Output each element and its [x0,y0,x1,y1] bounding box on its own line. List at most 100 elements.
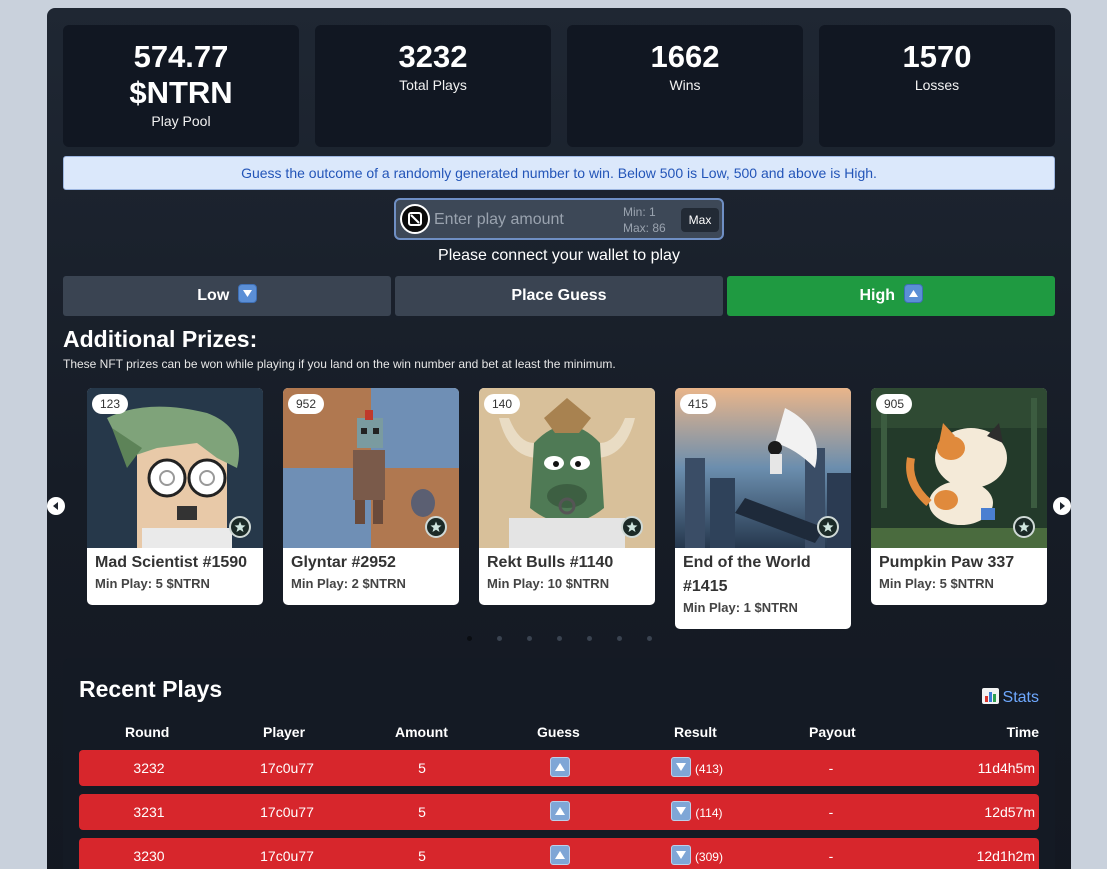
prize-min-play: Min Play: 5 $NTRN [879,576,994,591]
main-panel: 574.77 $NTRN Play Pool 3232 Total Plays … [47,8,1071,869]
nft-image-rekt-bulls: 140 [479,388,655,548]
header-amount: Amount [395,724,448,740]
header-guess: Guess [537,724,580,740]
cell-payout: - [828,804,834,820]
nft-image-end-of-the-world: 415 [675,388,851,548]
losses-label: Losses [914,77,960,93]
place-guess-button[interactable]: Place Guess [395,276,723,316]
min-label: Min: 1 [623,205,656,219]
down-arrow-icon [237,284,257,303]
connect-wallet-text: Please connect your wallet to play [438,247,680,264]
total-plays-value: 3232 [398,39,468,74]
header-time: Time [1006,724,1039,740]
carousel-next-button[interactable] [1053,497,1071,515]
cell-time: 11d4h5m [977,760,1035,776]
chevron-left-icon [53,502,58,510]
cell-round: 3231 [133,804,165,820]
cell-player: 17c0u77 [260,760,314,776]
prize-number: 415 [680,394,717,414]
cell-time: 12d1h2m [976,848,1035,864]
star-badge-icon [229,516,251,538]
carousel-dot[interactable] [647,636,652,641]
prize-name: Mad Scientist #1590 [95,554,248,571]
carousel-dot[interactable] [467,636,472,641]
play-amount-group: Min: 1 Max: 86 Max [394,198,724,240]
cell-player: 17c0u77 [260,804,314,820]
chevron-right-icon [1060,502,1065,510]
carousel-dot[interactable] [557,636,562,641]
down-arrow-icon [671,801,692,821]
cell-round: 3230 [133,848,165,864]
header-player: Player [263,724,306,740]
prize-name: Glyntar #2952 [291,554,396,571]
cell-player: 17c0u77 [260,848,314,864]
high-button[interactable]: High [727,276,1055,316]
prize-min-play: Min Play: 5 $NTRN [95,576,210,591]
header-payout: Payout [809,724,856,740]
wins-label: Wins [669,77,701,93]
cell-round: 3232 [133,760,165,776]
prize-number: 905 [876,394,913,414]
high-button-label: High [859,287,896,304]
low-button-label: Low [197,287,230,304]
prize-name: Pumpkin Paw 337 [879,554,1015,571]
carousel-dot[interactable] [587,636,592,641]
stats-link[interactable]: Stats [981,688,1039,707]
table-header: Round Player Amount Guess Result Payout … [79,724,1039,744]
up-arrow-icon [903,284,923,303]
play-amount-input[interactable] [434,208,614,232]
stat-total-plays: 3232 Total Plays [315,25,551,147]
play-pool-currency: $NTRN [129,75,233,110]
header-result: Result [674,724,717,740]
prizes-subtitle: These NFT prizes can be won while playin… [63,357,616,371]
play-pool-label: Play Pool [151,113,211,129]
cell-payout: - [828,760,834,776]
stat-losses: 1570 Losses [819,25,1055,147]
prize-card[interactable]: 905 Pumpkin Paw 337 Min Play: 5 $NTRN [871,388,1047,605]
prize-number: 140 [484,394,521,414]
carousel-dot[interactable] [617,636,622,641]
max-button[interactable]: Max [681,208,719,232]
recent-plays-section: Recent Plays Stats Round Player Amount G… [63,658,1055,869]
result-number: (114) [695,806,723,820]
carousel-dot[interactable] [527,636,532,641]
nft-image-glyntar: 952 [283,388,459,548]
table-row[interactable]: 3232 17c0u77 5 (413) - 11d4h5m [79,750,1039,786]
prize-card[interactable]: 415 End of the World #1415 Min Play: 1 $… [675,388,851,629]
prize-card[interactable]: 140 Rekt Bulls #1140 Min Play: 10 $NTRN [479,388,655,605]
stat-play-pool: 574.77 $NTRN Play Pool [63,25,299,147]
star-badge-icon [817,516,839,538]
stats-link-label: Stats [1002,689,1039,706]
up-arrow-icon [550,845,570,865]
min-max-hint: Min: 1 Max: 86 [623,204,666,236]
prize-card[interactable]: 952 Glyntar #2952 Min Play: 2 $NTRN [283,388,459,605]
cell-amount: 5 [418,804,426,820]
losses-value: 1570 [902,39,972,74]
prizes-title: Additional Prizes: [63,326,258,352]
cell-amount: 5 [418,760,426,776]
header-round: Round [125,724,170,740]
carousel-prev-button[interactable] [47,497,65,515]
cell-result: (413) [667,750,727,786]
table-row[interactable]: 3230 17c0u77 5 (309) - 12d1h2m [79,838,1039,869]
stat-wins: 1662 Wins [567,25,803,147]
star-badge-icon [425,516,447,538]
prize-number: 123 [92,394,129,414]
prize-min-play: Min Play: 2 $NTRN [291,576,406,591]
down-arrow-icon [671,845,692,865]
play-pool-amount: 574.77 [133,39,229,74]
cell-guess [547,794,573,830]
down-arrow-icon [671,757,692,777]
wins-value: 1662 [650,39,720,74]
nft-image-mad-scientist: 123 [87,388,263,548]
low-button[interactable]: Low [63,276,391,316]
bar-chart-icon [981,688,999,704]
result-number: (413) [694,762,723,776]
result-number: (309) [694,850,723,864]
table-row[interactable]: 3231 17c0u77 5 (114) - 12d57m [79,794,1039,830]
carousel-dot[interactable] [497,636,502,641]
up-arrow-icon [550,757,570,777]
prize-card[interactable]: 123 Mad Scientist #1590 Min Play: 5 $NTR… [87,388,263,605]
cell-payout: - [828,848,834,864]
up-arrow-icon [550,801,570,821]
